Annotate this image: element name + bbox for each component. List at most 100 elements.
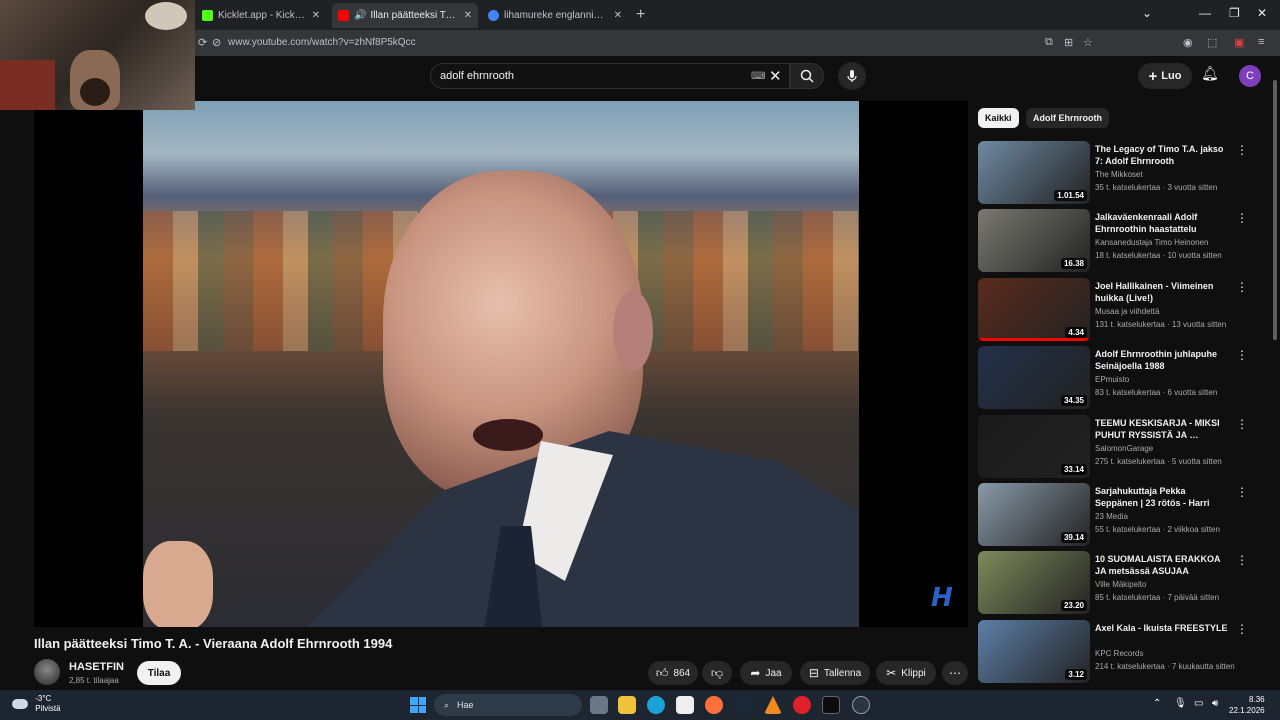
keyboard-icon[interactable]: ⌨ [751,71,765,82]
vlc-icon[interactable] [764,696,782,714]
more-options-icon[interactable]: ⋮ [1236,622,1248,636]
recommendation-channel[interactable]: Kansanedustaja Timo Heinonen [1095,238,1208,247]
subscribe-button[interactable]: Tilaa [137,661,181,685]
recommendation-channel[interactable]: SalomonGarage [1095,444,1153,453]
close-tab-icon[interactable]: ✕ [306,10,320,21]
speaker-icon[interactable]: 🔊 [354,10,366,21]
close-tab-icon[interactable]: ✕ [458,10,472,21]
terminal-icon[interactable] [822,696,840,714]
obs-icon[interactable] [852,696,870,714]
address-bar[interactable]: www.youtube.com/watch?v=zhNf8P5kQcc [228,37,416,48]
tab-search-chevron-icon[interactable]: ⌄ [1142,6,1152,20]
video-thumbnail[interactable]: 39.14 [978,483,1090,546]
firefox-icon[interactable] [705,696,723,714]
recommendation-card[interactable]: 23.20 10 SUOMALAISTA ERAKKOA JA metsässä … [978,551,1258,615]
close-window-icon[interactable]: ✕ [1257,6,1267,20]
recommendation-channel[interactable]: 23 Media [1095,512,1128,521]
channel-name[interactable]: HASETFIN [69,661,124,673]
like-button[interactable]: 👍︎ 864 [648,661,698,685]
account-avatar[interactable]: C [1239,65,1261,87]
minimize-icon[interactable]: — [1199,6,1211,20]
recommendation-card[interactable]: 33.14 TEEMU KESKISARJA - MIKSI PUHUT RYSS… [978,415,1258,479]
browser-tab-google[interactable]: lihamureke englanniksi - Googl ✕ [482,3,628,28]
task-view-icon[interactable] [590,696,608,714]
video-thumbnail[interactable]: 16.38 [978,209,1090,272]
tray-mic-icon[interactable]: 🎙︎ [1174,698,1187,709]
extension-badge-icon[interactable]: ▣ [1234,36,1244,49]
screenshot-icon[interactable]: ⧉ [1045,36,1053,49]
recommendation-channel[interactable]: Ville Mäkipelto [1095,580,1146,589]
more-options-icon[interactable]: ⋮ [1236,211,1248,225]
recommendation-card[interactable]: 16.38 Jalkaväenkenraali Adolf Ehrnroothin… [978,209,1258,273]
video-thumbnail[interactable]: 3.12 [978,620,1090,683]
video-thumbnail[interactable]: 34.35 [978,346,1090,409]
restore-icon[interactable]: ❐ [1229,6,1240,20]
search-input[interactable]: adolf ehrnrooth [440,70,514,82]
tray-volume-icon[interactable]: 🔊︎ [1212,698,1218,709]
recommendation-title[interactable]: Jalkaväenkenraali Adolf Ehrnroothin haas… [1095,211,1230,235]
video-thumbnail[interactable]: 1.01.54 [978,141,1090,204]
recommendation-title[interactable]: Joel Hallikainen - Viimeinen huikka (Liv… [1095,280,1230,304]
more-options-icon[interactable]: ⋮ [1236,280,1248,294]
more-options-icon[interactable]: ⋮ [1236,553,1248,567]
recommendation-card[interactable]: 4.34 Joel Hallikainen - Viimeinen huikka … [978,278,1258,342]
channel-avatar[interactable] [34,659,60,685]
clear-search-icon[interactable]: ✕ [769,67,782,85]
close-tab-icon[interactable]: ✕ [608,10,622,21]
voice-search-button[interactable] [838,62,866,90]
save-button[interactable]: ⊟ Tallenna [800,661,870,685]
recommendation-channel[interactable]: Musaa ja viihdettä [1095,307,1159,316]
taskbar-search[interactable]: ⌕ Hae [434,694,582,716]
edge-icon[interactable] [647,696,665,714]
weather-widget[interactable]: -3°C Pilvistä [12,694,61,714]
scrollbar-thumb[interactable] [1273,80,1277,340]
opera-icon[interactable] [793,696,811,714]
recommendation-title[interactable]: 10 SUOMALAISTA ERAKKOA JA metsässä ASUJA… [1095,553,1230,577]
tray-display-icon[interactable]: ▭ [1194,698,1203,709]
windows-start-icon[interactable] [410,697,426,713]
recommendation-title[interactable]: Sarjahukuttaja Pekka Seppänen | 23 rötös… [1095,485,1230,509]
store-icon[interactable] [676,696,694,714]
browser-tab-youtube[interactable]: 🔊 Illan päätteeksi Timo T. A. - ✕ [332,3,478,28]
share-button[interactable]: ➦ Jaa [740,661,792,685]
create-button[interactable]: + Luo [1138,63,1192,89]
bookmark-star-icon[interactable]: ☆ [1083,36,1093,49]
steam-icon[interactable] [735,696,753,714]
search-button[interactable] [790,63,824,89]
install-app-icon[interactable]: ⊞ [1064,36,1073,49]
file-explorer-icon[interactable] [618,696,636,714]
clip-button[interactable]: ✂ Klippi [876,661,936,685]
search-box[interactable]: adolf ehrnrooth ⌨ ✕ [430,63,790,89]
extensions-icon[interactable]: ⬚ [1207,36,1217,49]
recommendation-title[interactable]: TEEMU KESKISARJA - MIKSI PUHUT RYSSISTÄ … [1095,417,1230,441]
recommendation-channel[interactable]: KPC Records [1095,649,1143,658]
recommendation-card[interactable]: 34.35 Adolf Ehrnroothin juhlapuhe Seinäjo… [978,346,1258,410]
recommendation-card[interactable]: 39.14 Sarjahukuttaja Pekka Seppänen | 23 … [978,483,1258,547]
recommendation-card[interactable]: 1.01.54 The Legacy of Timo T.A. jakso 7: … [978,141,1258,205]
notifications-bell-icon[interactable]: 🔔︎ [1201,65,1219,82]
more-actions-button[interactable]: ⋯ [942,661,968,685]
recommendation-channel[interactable]: EPmuisto [1095,375,1129,384]
tray-chevron-icon[interactable]: ⌃ [1153,698,1161,709]
video-player[interactable]: H [34,101,968,627]
new-tab-icon[interactable]: + [636,6,645,24]
chip-adolf-ehrnrooth[interactable]: Adolf Ehrnrooth [1026,108,1109,128]
more-options-icon[interactable]: ⋮ [1236,485,1248,499]
more-options-icon[interactable]: ⋮ [1236,417,1248,431]
browser-menu-icon[interactable]: ≡ [1258,36,1264,48]
reload-icon[interactable]: ⟳ [198,36,207,49]
taskbar-clock[interactable]: 8.36 22.1.2026 [1229,694,1265,716]
video-thumbnail[interactable]: 23.20 [978,551,1090,614]
more-options-icon[interactable]: ⋮ [1236,348,1248,362]
site-info-icon[interactable]: ⊘ [212,36,221,49]
video-thumbnail[interactable]: 33.14 [978,415,1090,478]
dislike-button[interactable]: 👎︎ [702,661,732,685]
profile-icon[interactable]: ◉ [1183,36,1193,49]
more-options-icon[interactable]: ⋮ [1236,143,1248,157]
chip-kaikki[interactable]: Kaikki [978,108,1019,128]
recommendation-channel[interactable]: The Mikkoset [1095,170,1143,179]
browser-tab-kicklet[interactable]: Kicklet.app - Kick Chatbot and … ✕ [196,3,326,28]
video-thumbnail[interactable]: 4.34 [978,278,1090,341]
recommendation-title[interactable]: The Legacy of Timo T.A. jakso 7: Adolf E… [1095,143,1230,167]
recommendation-title[interactable]: Adolf Ehrnroothin juhlapuhe Seinäjoella … [1095,348,1230,372]
